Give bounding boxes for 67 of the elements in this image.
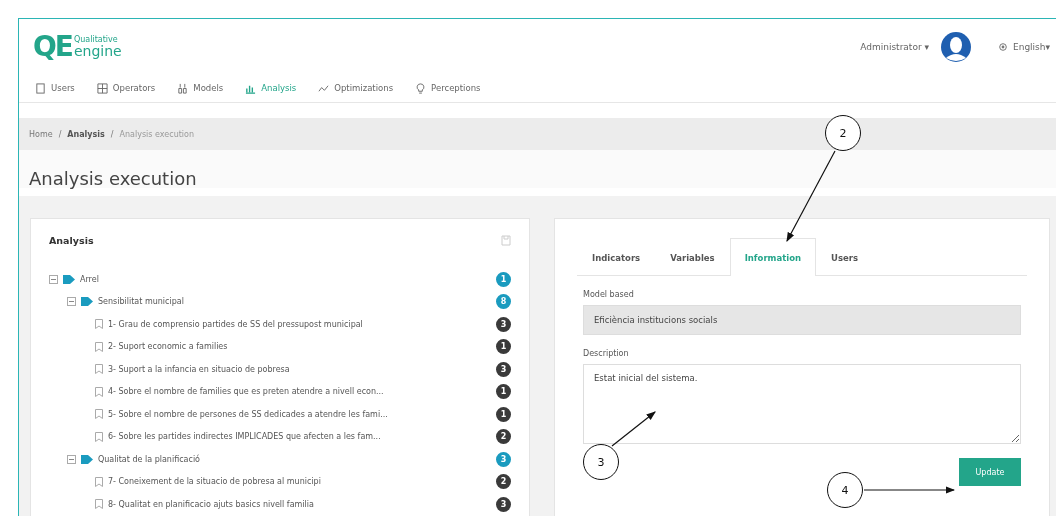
card-title: Analysis xyxy=(49,235,94,246)
sliders-icon xyxy=(177,82,189,94)
breadcrumb-separator: / xyxy=(58,129,62,139)
bookmark-icon xyxy=(95,386,103,397)
tag-icon xyxy=(81,297,93,307)
tag-icon xyxy=(63,274,75,284)
tree-item[interactable]: 7- Coneixement de la situacio de pobresa al municipi xyxy=(108,477,321,487)
nav-tab[interactable]: Users xyxy=(35,80,75,96)
count-badge: 3 xyxy=(496,361,511,377)
callout-arrow xyxy=(611,411,656,447)
nav-tab[interactable]: Models xyxy=(177,80,224,96)
language-menu[interactable]: English▾ xyxy=(1011,39,1052,54)
tree-item[interactable]: 1- Grau de comprensio partides de SS del pressupost municipal xyxy=(108,319,363,329)
count-badge: 3 xyxy=(496,451,511,467)
count-badge: 2 xyxy=(496,429,511,445)
count-badge: 1 xyxy=(496,406,511,422)
tree-item[interactable]: 8- Qualitat en planificacio ajuts basics nivell familia xyxy=(108,499,314,509)
bookmark-icon xyxy=(95,319,103,330)
page-title: Analysis execution xyxy=(19,150,1056,188)
tag-icon xyxy=(81,454,93,464)
collapse-toggle[interactable] xyxy=(67,454,76,464)
breadcrumb-link[interactable]: Analysis xyxy=(67,129,105,139)
bookmark-icon xyxy=(95,364,103,375)
tab[interactable]: Indicators xyxy=(577,238,656,276)
count-badge: 3 xyxy=(496,316,511,332)
collapse-toggle[interactable] xyxy=(49,274,58,284)
tree-item[interactable]: Qualitat de la planificació xyxy=(98,454,200,464)
breadcrumb-current: Analysis execution xyxy=(119,129,195,139)
grid-icon xyxy=(96,82,108,94)
logo-text: engine xyxy=(73,43,122,58)
tree-item[interactable]: Sensibilitat municipal xyxy=(98,297,184,307)
lightbulb-icon xyxy=(415,82,427,94)
collapse-toggle[interactable] xyxy=(67,297,76,307)
tree-item[interactable]: 6- Sobre les partides indirectes IMPLICADES que afecten a les fam... xyxy=(108,432,381,442)
tab[interactable]: Variables xyxy=(655,238,730,276)
count-badge: 1 xyxy=(496,339,511,355)
globe-icon xyxy=(999,42,1007,51)
tree-item[interactable]: 3- Suport a la infancia en situacio de pobresa xyxy=(108,364,290,374)
description-field[interactable]: Estat inicial del sistema. xyxy=(583,364,1021,444)
breadcrumb-link[interactable]: Home xyxy=(29,129,53,139)
document-icon xyxy=(35,82,46,94)
bookmark-icon xyxy=(95,341,103,352)
avatar-icon[interactable] xyxy=(941,31,971,62)
count-badge: 3 xyxy=(496,496,511,512)
count-badge: 1 xyxy=(496,271,511,287)
bookmark-icon xyxy=(95,431,103,442)
tab[interactable]: Users xyxy=(816,238,874,276)
breadcrumb-separator: / xyxy=(110,129,114,139)
count-badge: 1 xyxy=(496,384,511,400)
count-badge: 2 xyxy=(496,474,511,490)
trend-line-icon xyxy=(318,82,330,94)
bookmark-icon xyxy=(95,476,103,487)
bookmark-icon xyxy=(95,409,103,420)
tree-item[interactable]: Arrel xyxy=(80,274,99,284)
nav-tab[interactable]: Operators xyxy=(96,80,156,96)
count-badge: 8 xyxy=(496,294,511,310)
tree-item[interactable]: 5- Sobre el nombre de persones de SS dedicades a atendre les fami... xyxy=(108,409,388,419)
field-label: Model based xyxy=(583,290,635,299)
logo-mark: QE xyxy=(33,30,72,63)
tree-item[interactable]: 2- Suport economic a families xyxy=(108,342,228,352)
user-menu[interactable]: Administrator ▾ xyxy=(858,39,931,54)
tree-item[interactable]: 4- Sobre el nombre de families que es preten atendre a nivell econ... xyxy=(108,387,384,397)
bookmark-icon xyxy=(95,499,103,510)
field-label: Description xyxy=(583,349,630,358)
logo-text: Qualitative xyxy=(73,35,119,44)
nav-tab[interactable]: Optimizations xyxy=(318,80,394,96)
nav-tab[interactable]: Perceptions xyxy=(415,80,481,96)
